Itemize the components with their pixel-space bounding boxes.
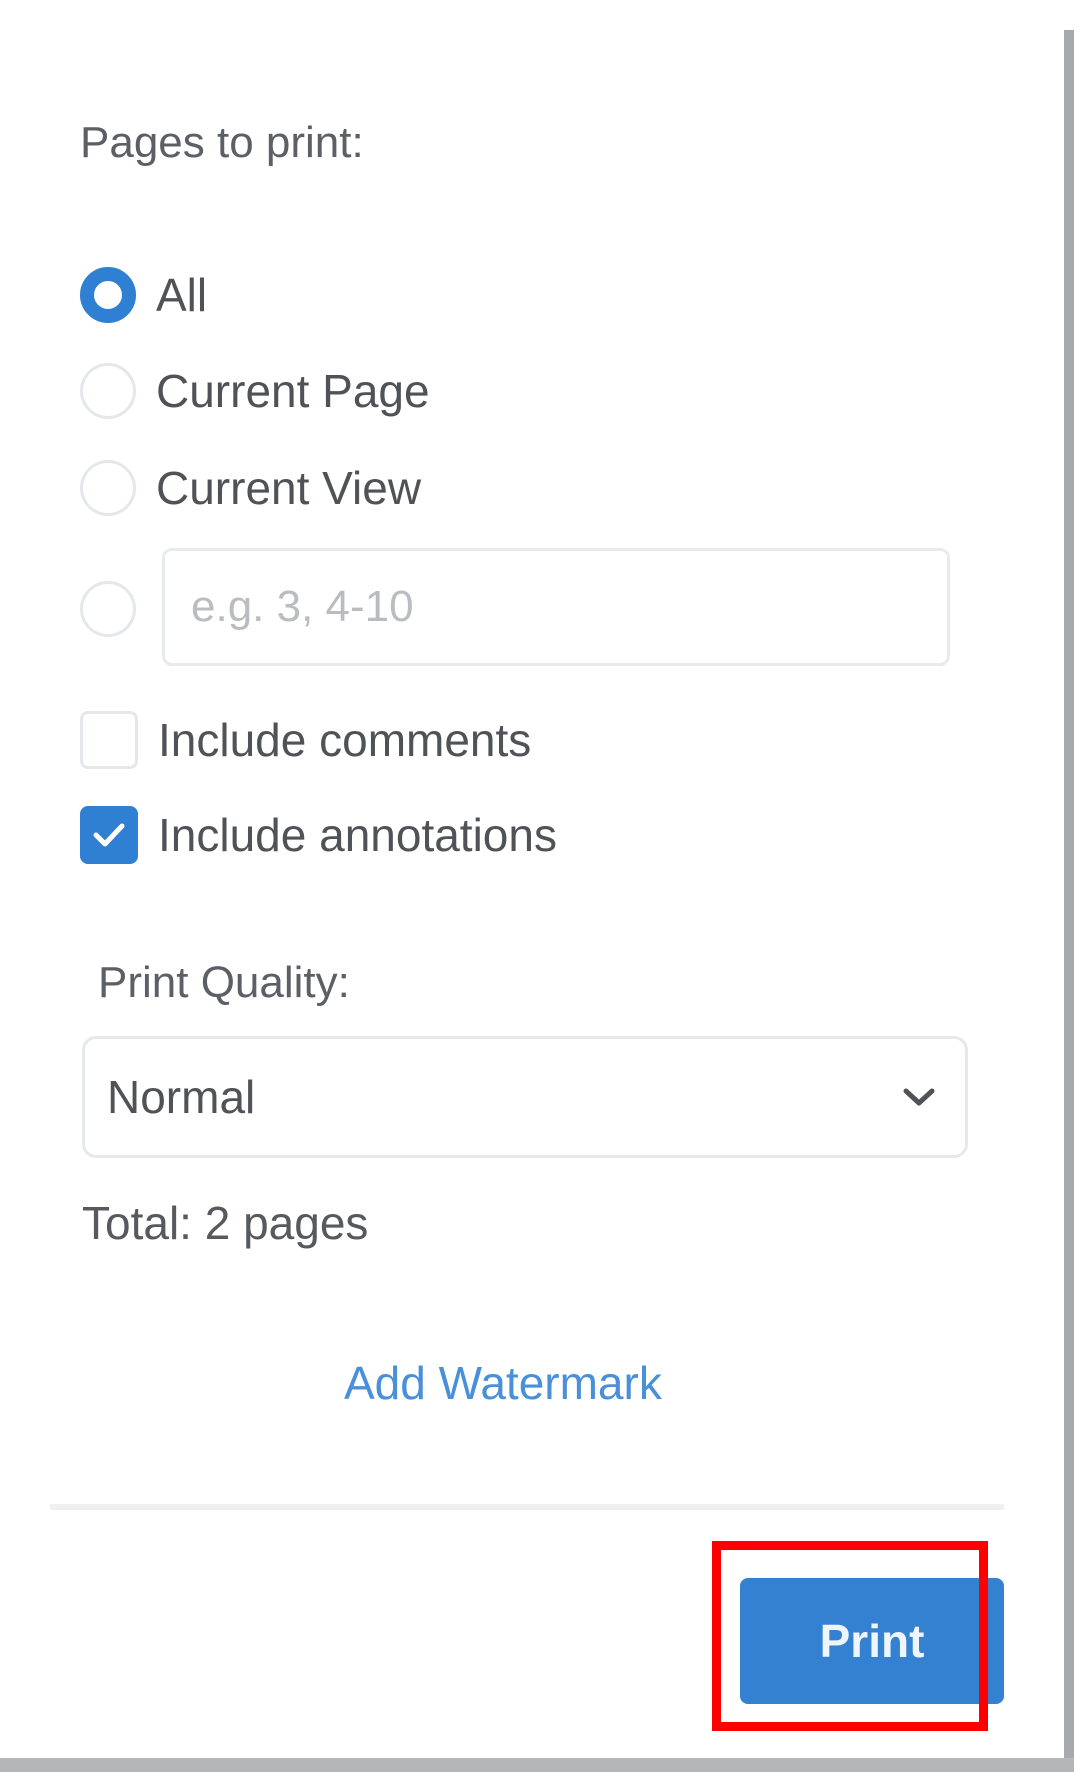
radio-page-range[interactable] bbox=[80, 581, 136, 637]
option-all[interactable]: All bbox=[80, 262, 207, 328]
footer-divider bbox=[50, 1504, 1004, 1510]
radio-all[interactable] bbox=[80, 267, 136, 323]
page-range-input[interactable] bbox=[162, 548, 950, 666]
option-all-label: All bbox=[156, 269, 208, 321]
include-comments-label: Include comments bbox=[158, 714, 532, 766]
print-dialog-panel: Pages to print: All Current Page Current… bbox=[0, 0, 1064, 1752]
add-watermark-link[interactable]: Add Watermark bbox=[344, 1356, 662, 1410]
radio-current-view[interactable] bbox=[80, 460, 136, 516]
panel-right-edge bbox=[1064, 30, 1074, 1772]
print-quality-select[interactable]: Normal bbox=[82, 1036, 968, 1158]
include-comments-option[interactable]: Include comments bbox=[80, 707, 531, 773]
include-comments-checkbox[interactable] bbox=[80, 711, 138, 769]
option-page-range[interactable] bbox=[80, 576, 136, 642]
pages-to-print-label: Pages to print: bbox=[80, 118, 364, 167]
panel-bottom-edge bbox=[0, 1758, 1074, 1772]
print-button[interactable]: Print bbox=[740, 1578, 1004, 1704]
option-current-view-label: Current View bbox=[156, 462, 422, 514]
chevron-down-icon bbox=[899, 1082, 939, 1112]
option-current-view[interactable]: Current View bbox=[80, 455, 421, 521]
checkmark-icon bbox=[93, 823, 125, 847]
include-annotations-checkbox[interactable] bbox=[80, 806, 138, 864]
print-quality-value: Normal bbox=[107, 1071, 256, 1123]
radio-current-page[interactable] bbox=[80, 363, 136, 419]
include-annotations-label: Include annotations bbox=[158, 809, 557, 861]
total-pages-text: Total: 2 pages bbox=[82, 1197, 369, 1249]
include-annotations-option[interactable]: Include annotations bbox=[80, 802, 557, 868]
option-current-page[interactable]: Current Page bbox=[80, 358, 430, 424]
option-current-page-label: Current Page bbox=[156, 365, 430, 417]
print-quality-label: Print Quality: bbox=[98, 958, 350, 1007]
